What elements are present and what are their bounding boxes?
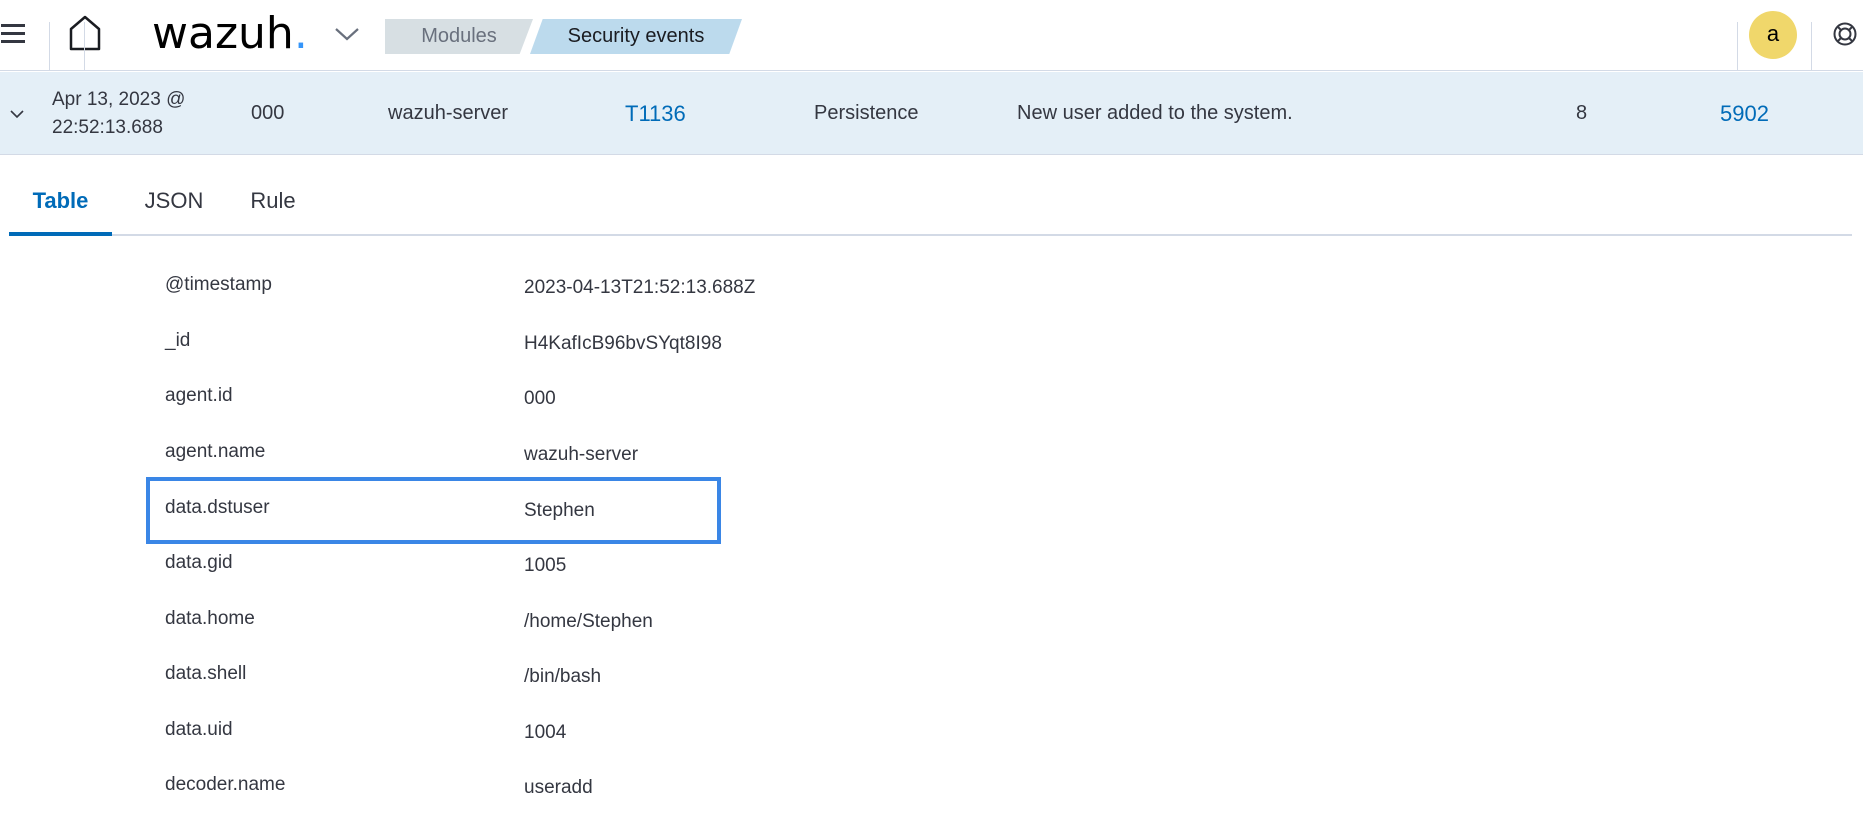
field-key: data.uid: [165, 719, 233, 740]
field-key: agent.name: [165, 441, 266, 462]
field-value: Stephen: [524, 500, 595, 521]
field-key: data.home: [165, 608, 255, 629]
field-key: data.gid: [165, 552, 233, 573]
table-row: agent.name wazuh-server: [165, 429, 1765, 484]
header-divider: [84, 22, 85, 71]
table-row: data.gid 1005: [165, 540, 1765, 595]
chevron-down-icon: [335, 28, 359, 41]
header-divider: [1811, 22, 1812, 71]
top-header: wazuh. Modules Security events a: [0, 0, 1863, 71]
field-key: data.shell: [165, 663, 247, 684]
breadcrumb-modules[interactable]: Modules: [385, 19, 533, 54]
field-value: H4KafIcB96bvSYqt8I98: [524, 333, 722, 354]
chevron-down-icon: [10, 109, 24, 118]
tab-rule[interactable]: Rule: [235, 168, 311, 236]
detail-tabs: Table JSON Rule: [9, 168, 1852, 236]
field-value: 1005: [524, 555, 567, 576]
event-rule-id-link[interactable]: 5902: [1720, 72, 1769, 155]
hamburger-menu-icon: [1, 24, 25, 27]
event-timestamp: Apr 13, 2023 @ 22:52:13.688: [52, 72, 212, 155]
event-agent-name: wazuh-server: [388, 102, 509, 124]
hamburger-menu-icon-bar: [1, 32, 25, 35]
field-value: /bin/bash: [524, 666, 602, 687]
logo-menu-button[interactable]: [333, 24, 361, 44]
table-row-highlighted: data.dstuser Stephen: [165, 485, 1765, 540]
table-row: data.uid 1004: [165, 707, 1765, 762]
field-value: useradd: [524, 777, 593, 798]
event-tactic: Persistence: [814, 102, 919, 124]
header-divider: [1737, 22, 1738, 71]
field-key: agent.id: [165, 385, 233, 406]
field-value: 2023-04-13T21:52:13.688Z: [524, 277, 756, 298]
lifebuoy-help-icon: [1833, 22, 1857, 46]
tab-table[interactable]: Table: [9, 168, 112, 236]
user-avatar[interactable]: a: [1749, 11, 1797, 59]
table-row: _id H4KafIcB96bvSYqt8I98: [165, 318, 1765, 373]
hamburger-menu-icon-bar: [1, 40, 25, 43]
home-icon: [69, 15, 101, 51]
table-row: data.shell /bin/bash: [165, 651, 1765, 706]
event-row[interactable]: Apr 13, 2023 @ 22:52:13.688 000 wazuh-se…: [0, 72, 1863, 155]
logo-text: wazuh: [152, 8, 294, 59]
field-value: wazuh-server: [524, 444, 639, 465]
collapse-row-button[interactable]: [8, 72, 32, 155]
wazuh-logo[interactable]: wazuh.: [152, 8, 308, 59]
help-button[interactable]: [1832, 20, 1858, 48]
event-timestamp-date: Apr 13, 2023 @: [52, 88, 186, 110]
table-row: decoder.name useradd: [165, 762, 1765, 817]
event-timestamp-time: 22:52:13.688: [52, 116, 163, 138]
event-level: 8: [1576, 102, 1588, 124]
field-key: decoder.name: [165, 774, 286, 795]
table-row: agent.id 000: [165, 373, 1765, 428]
header-divider: [49, 22, 50, 71]
field-value: 1004: [524, 722, 567, 743]
field-value: /home/Stephen: [524, 611, 653, 632]
home-button[interactable]: [68, 14, 102, 52]
field-key: _id: [165, 330, 191, 351]
menu-button[interactable]: [0, 18, 30, 48]
event-agent-id: 000: [251, 102, 285, 124]
table-row: @timestamp 2023-04-13T21:52:13.688Z: [165, 262, 1765, 317]
event-technique-link[interactable]: T1136: [625, 72, 686, 155]
tab-json[interactable]: JSON: [129, 168, 219, 236]
logo-dot: .: [293, 8, 308, 59]
field-value: 000: [524, 388, 556, 409]
breadcrumb-security-events: Security events: [530, 19, 742, 54]
table-row: data.home /home/Stephen: [165, 596, 1765, 651]
event-description: New user added to the system.: [1017, 102, 1293, 124]
field-key: data.dstuser: [165, 497, 270, 518]
field-key: @timestamp: [165, 274, 272, 295]
